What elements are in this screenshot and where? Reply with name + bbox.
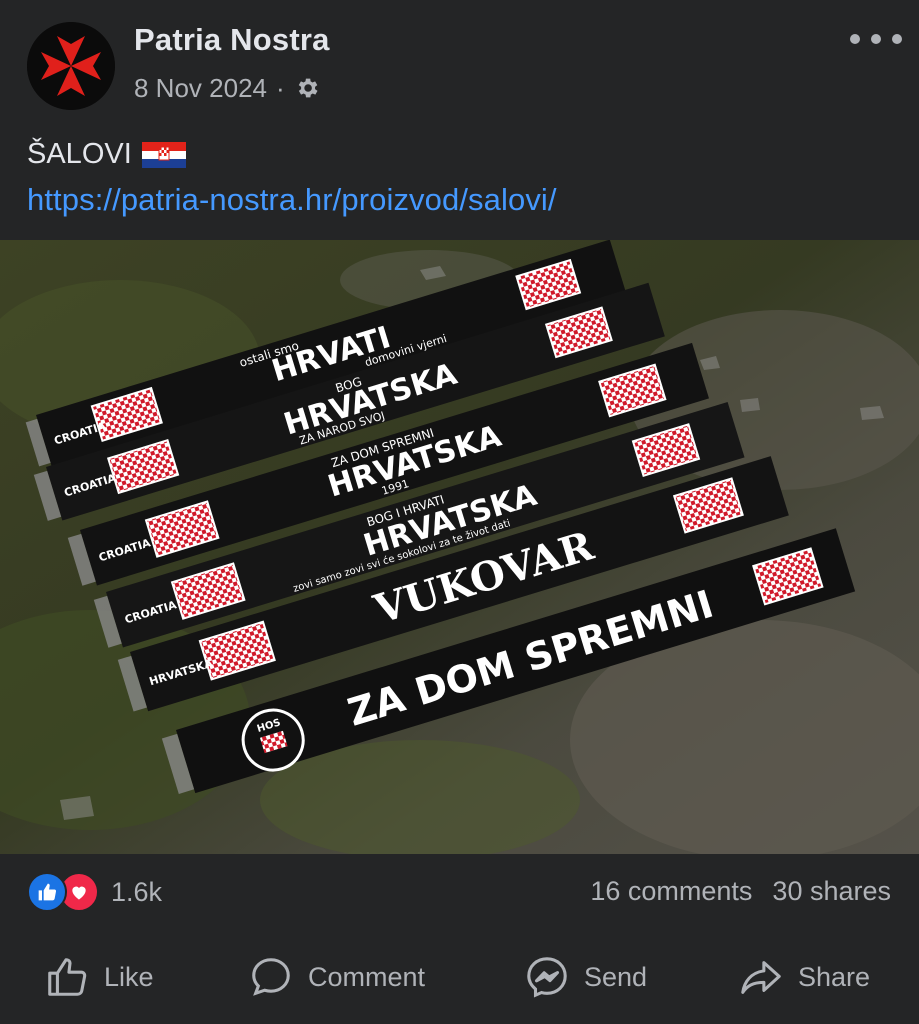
maltese-cross-logo (27, 22, 115, 110)
comment-button[interactable]: Comment (248, 954, 425, 1000)
comment-label: Comment (308, 961, 426, 992)
share-label: Share (798, 961, 871, 992)
page-name[interactable]: Patria Nostra (134, 22, 330, 58)
messenger-icon (527, 957, 567, 998)
croatia-flag-icon (141, 142, 186, 168)
page-avatar[interactable] (27, 22, 115, 110)
reactions-summary[interactable]: 1.6k (27, 872, 162, 912)
post-caption: ŠALOVI (27, 134, 887, 174)
gear-icon (294, 75, 320, 101)
post-date[interactable]: 8 Nov 2024 (134, 73, 267, 104)
like-reaction-icon (27, 872, 67, 912)
meta-separator: · (275, 72, 285, 103)
comment-icon (252, 958, 290, 996)
post-header: Patria Nostra 8 Nov 2024 · (0, 0, 919, 125)
reactions-count: 1.6k (111, 876, 163, 907)
like-label: Like (104, 961, 154, 992)
send-button[interactable]: Send (524, 954, 647, 1000)
like-button[interactable]: Like (44, 954, 154, 1000)
more-options-icon[interactable] (850, 26, 902, 52)
post-image[interactable]: HRVATI ostali smo domovini vjerni CROATI… (0, 240, 919, 854)
post-stats: 1.6k 16 comments 30 shares (0, 856, 919, 928)
product-link[interactable]: https://patria-nostra.hr/proizvod/salovi… (27, 182, 887, 218)
send-label: Send (584, 961, 648, 992)
comments-count[interactable]: 16 comments (590, 876, 752, 907)
post-text: ŠALOVI https://patria-nostra.hr/proizvod… (27, 134, 887, 218)
engagement-counts: 16 comments 30 shares (590, 876, 891, 907)
thumbs-up-icon (48, 958, 87, 996)
share-icon (741, 961, 781, 994)
action-bar: Like Comment Send Share (0, 940, 919, 1014)
post-meta: 8 Nov 2024 · (134, 72, 320, 104)
share-button[interactable]: Share (738, 954, 870, 1000)
caption-text: ŠALOVI (27, 137, 132, 170)
shares-count[interactable]: 30 shares (772, 876, 891, 907)
